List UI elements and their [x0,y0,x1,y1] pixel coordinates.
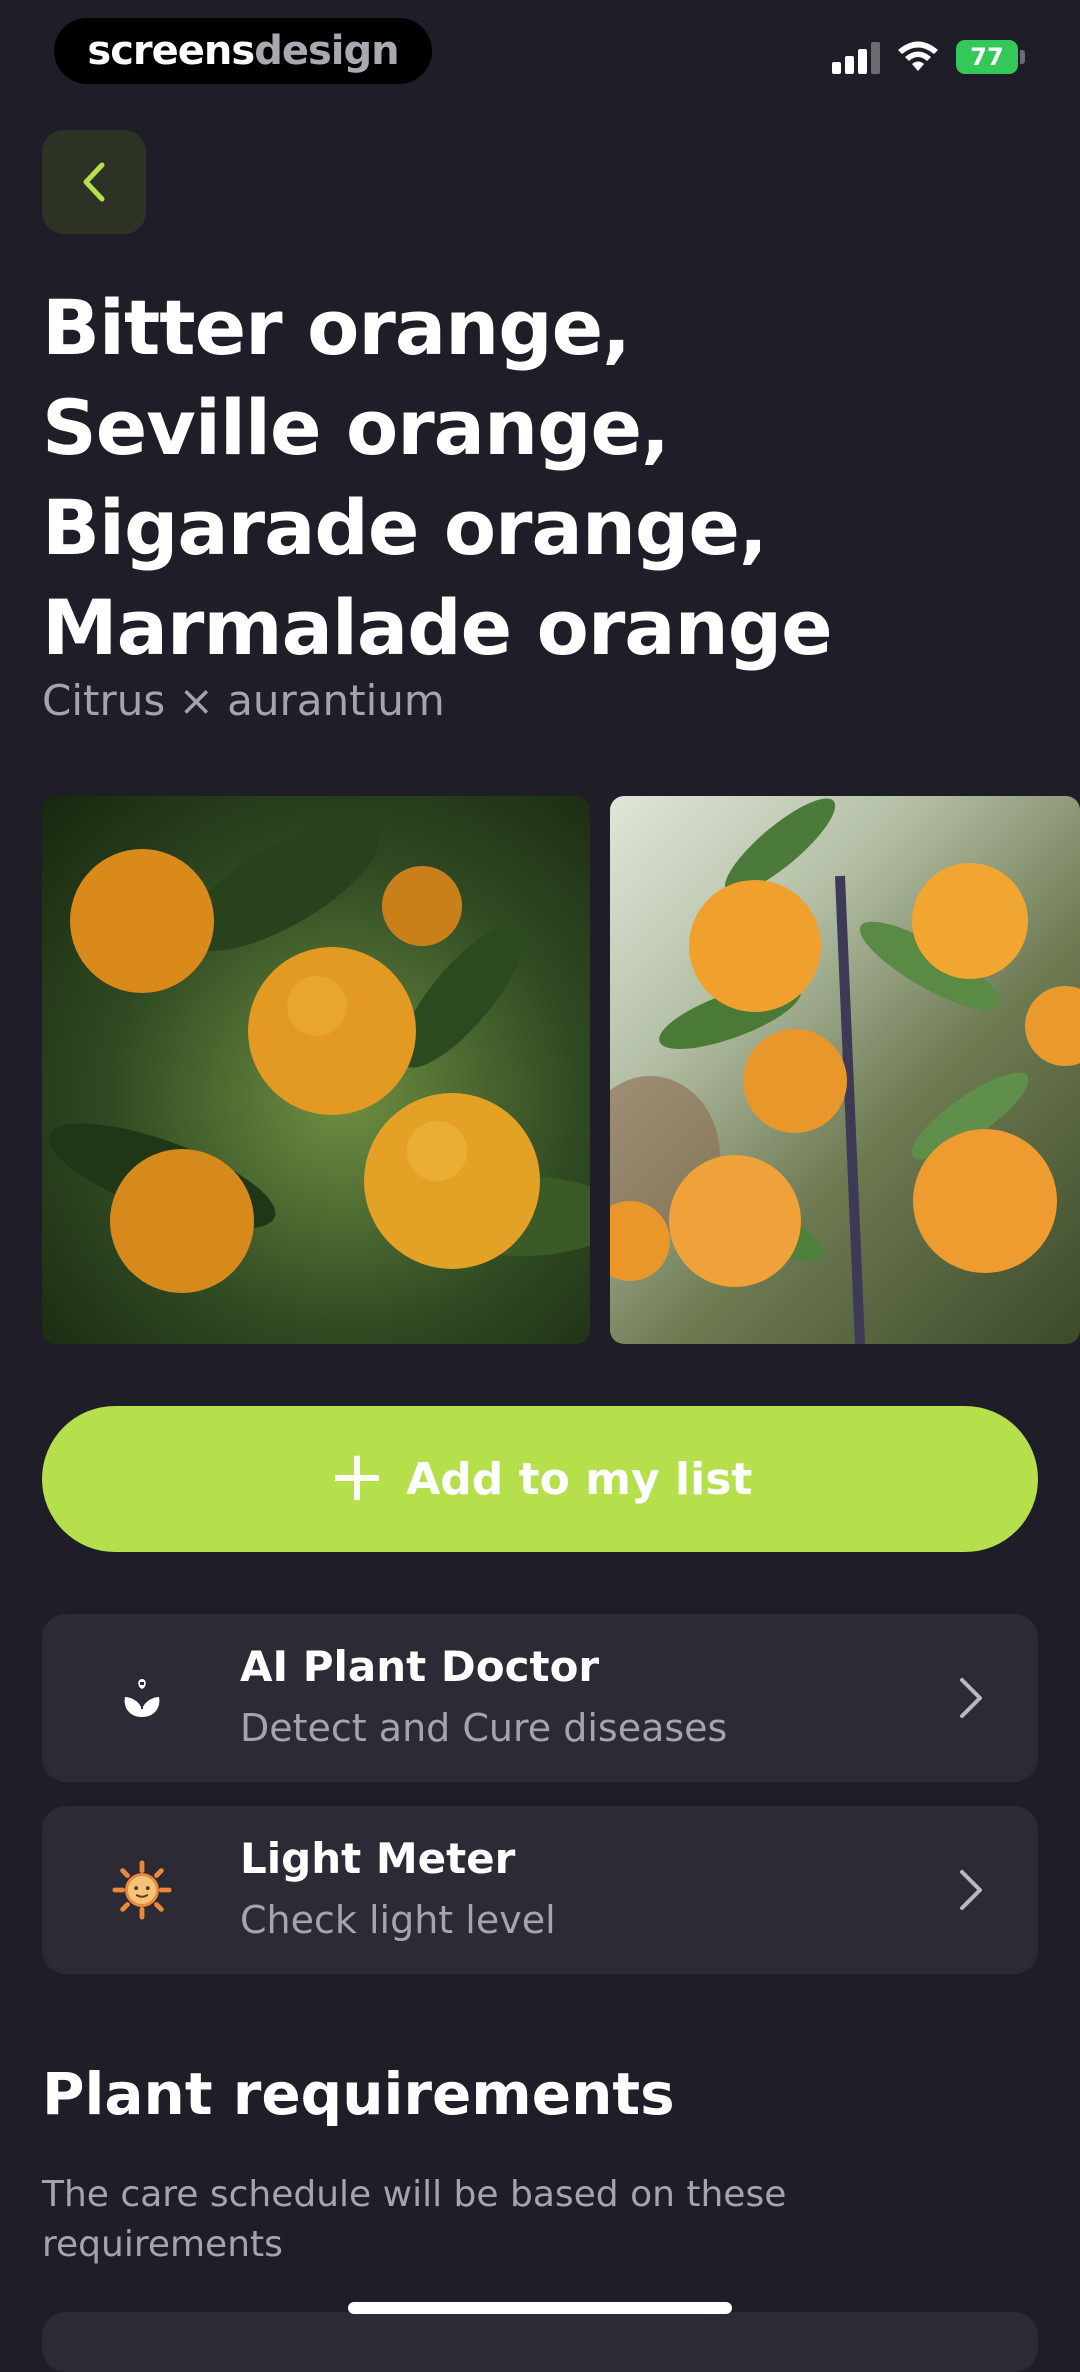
requirements-card[interactable] [42,2312,1038,2372]
wifi-icon [898,41,938,71]
brand-watermark: screens design [54,18,432,84]
brand-text-right: design [254,28,399,74]
scientific-name: Citrus × aurantium [42,676,445,725]
orange-tree-photo[interactable] [610,796,1080,1344]
battery-level: 77 [970,43,1004,71]
sun-icon [112,1860,172,1920]
back-button[interactable] [42,130,146,234]
add-to-list-button[interactable]: + Add to my list [42,1406,1038,1552]
chevron-left-icon [83,162,105,202]
section-description: The care schedule will be based on these… [42,2174,787,2265]
status-bar: screens design 77 [0,0,1080,100]
plant-doctor-icon [112,1668,172,1728]
battery-cap [1020,50,1025,64]
section-title: Plant requirements [42,2060,675,2128]
plant-name-line: Seville orange, [42,383,670,472]
feature-title: AI Plant Doctor [240,1642,600,1691]
feature-title: Light Meter [240,1834,516,1883]
plus-icon: + [327,1435,387,1517]
photo-gallery[interactable] [42,796,1080,1344]
ai-plant-doctor-card[interactable]: AI Plant Doctor Detect and Cure diseases [42,1614,1038,1782]
chevron-right-icon [960,1870,982,1910]
plant-title: Bitter orange, Seville orange, Bigarade … [42,278,1042,678]
brand-text-left: screens [87,28,255,74]
feature-subtitle: Check light level [240,1898,556,1942]
add-to-list-label: Add to my list [406,1453,753,1505]
orange-tree-photo[interactable] [42,796,590,1344]
plant-name-line: Marmalade orange [42,583,833,672]
chevron-right-icon [960,1678,982,1718]
home-indicator[interactable] [348,2302,732,2314]
light-meter-card[interactable]: Light Meter Check light level [42,1806,1038,1974]
plant-name-line: Bigarade orange, [42,483,768,572]
cellular-signal-icon [832,40,880,74]
battery-icon: 77 [956,40,1018,74]
plant-name-line: Bitter orange, [42,283,631,372]
feature-subtitle: Detect and Cure diseases [240,1706,728,1750]
